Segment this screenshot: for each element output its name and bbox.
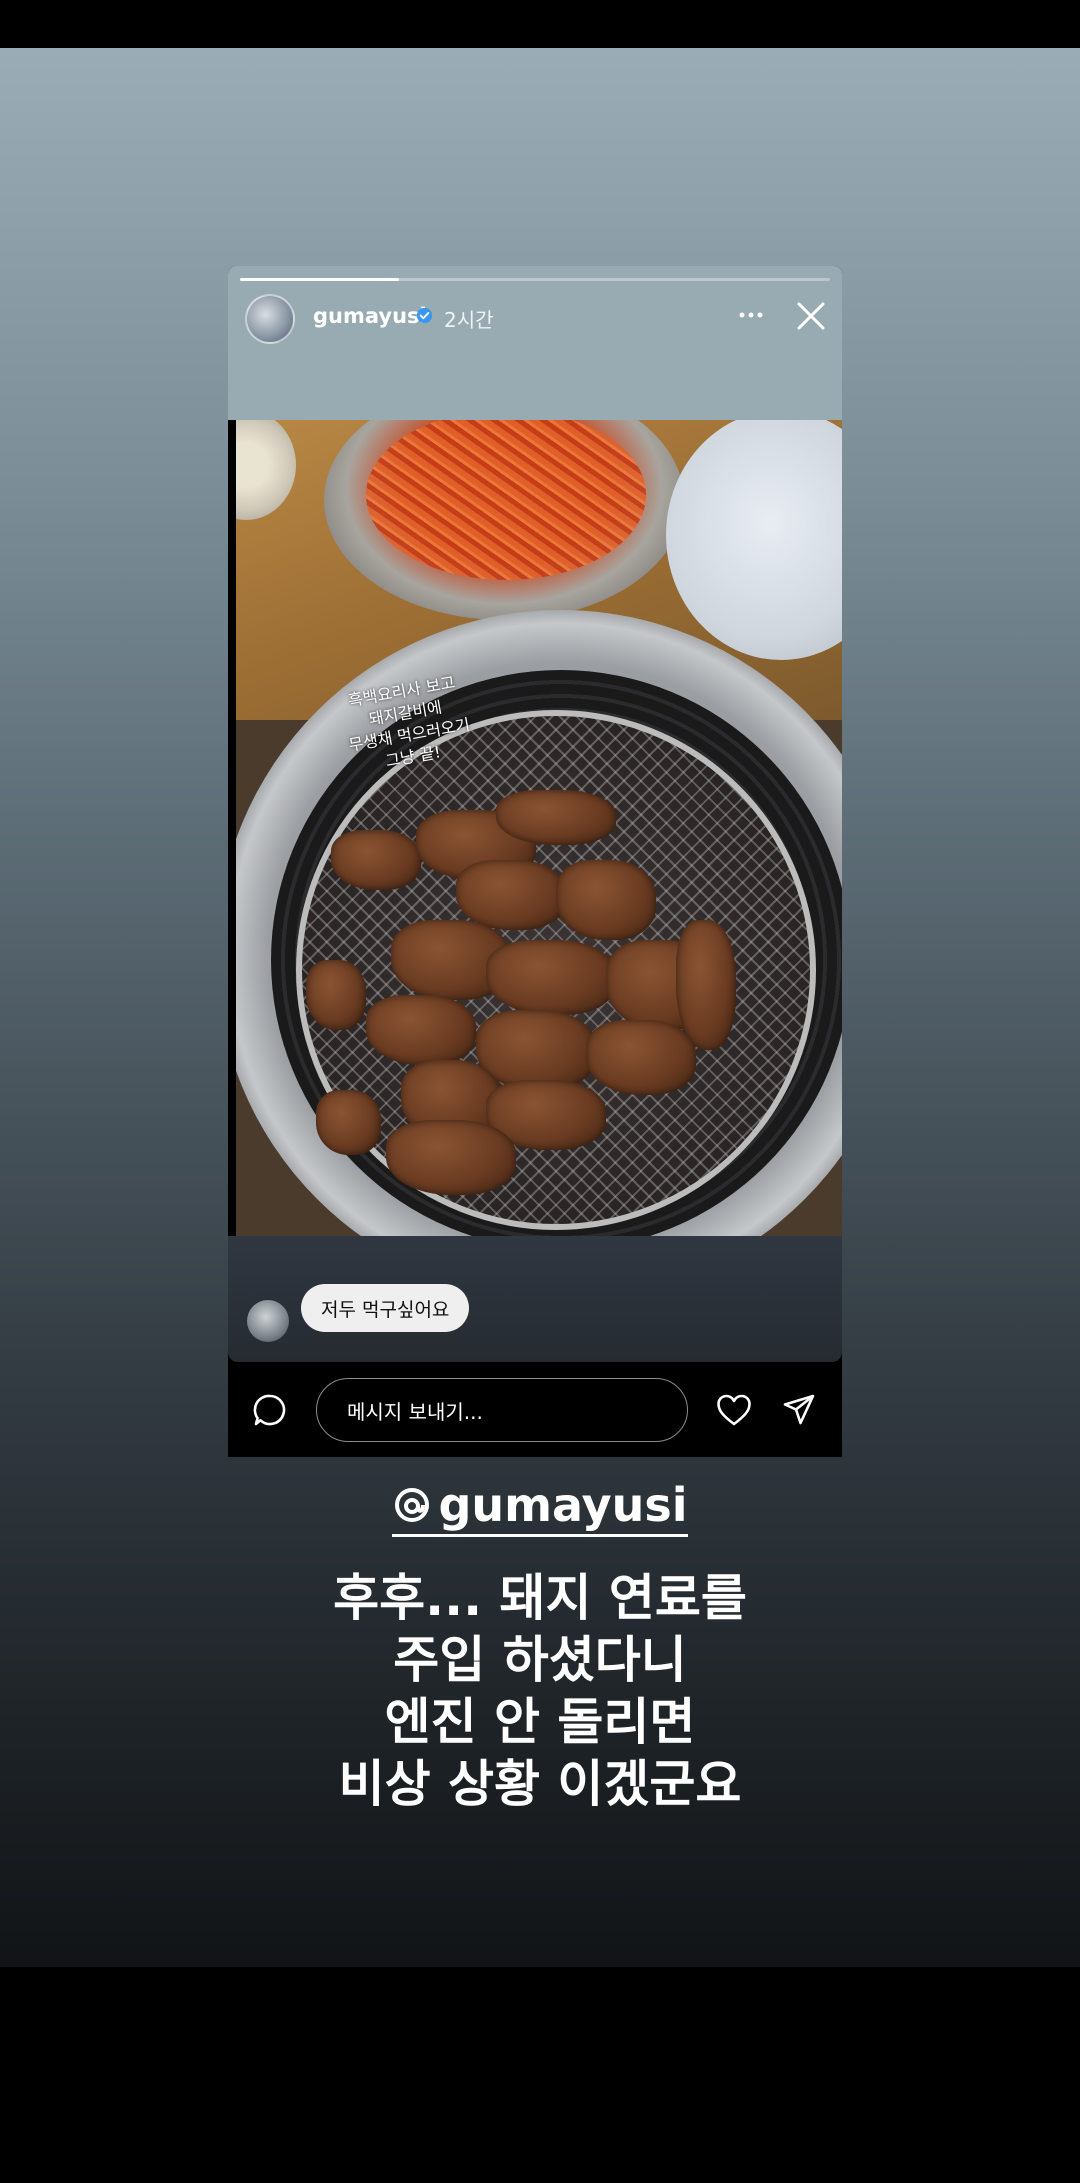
threads-handle-link[interactable]: gumayusi	[392, 1478, 688, 1537]
story-username[interactable]: gumayusi	[313, 304, 427, 328]
story-progress-fill	[240, 278, 400, 281]
post-comment: 후후... 돼지 연료를 주입 하셨다니 엔진 안 돌리면 비상 상황 이겠군요	[0, 1567, 1080, 1815]
galbi-piece	[556, 860, 656, 940]
message-input[interactable]: 메시지 보내기...	[316, 1378, 688, 1442]
galbi-piece	[456, 860, 566, 930]
reply-bubble: 저두 먹구싶어요	[301, 1284, 470, 1332]
comment-line: 후후... 돼지 연료를	[333, 1569, 747, 1627]
story-progress-bar	[240, 278, 830, 281]
more-dots-icon[interactable]	[736, 305, 766, 325]
galbi-piece	[486, 940, 616, 1015]
message-bar: 메시지 보내기...	[228, 1362, 842, 1457]
comment-line: 엔진 안 돌리면	[384, 1693, 696, 1751]
comment-bubble-icon[interactable]	[253, 1393, 287, 1427]
galbi-piece	[366, 995, 476, 1065]
threads-logo-icon	[395, 1488, 430, 1522]
galbi-piece	[331, 830, 421, 890]
galbi-piece	[316, 1090, 381, 1155]
comment-line: 비상 상황 이겠군요	[338, 1755, 742, 1813]
story-header: gumayusi 2시간	[228, 266, 842, 420]
story-timestamp: 2시간	[444, 308, 494, 332]
threads-username: gumayusi	[438, 1478, 688, 1532]
avatar	[247, 1300, 289, 1342]
story-reply-area: 저두 먹구싶어요	[228, 1236, 842, 1362]
galbi-piece	[496, 790, 616, 845]
galbi-piece	[306, 960, 366, 1030]
bottom-area	[0, 1967, 1080, 2183]
threads-handle[interactable]: gumayusi	[0, 1478, 1080, 1537]
comment-line: 주입 하셨다니	[393, 1631, 687, 1689]
heart-icon[interactable]	[716, 1393, 752, 1427]
story-photo: 흑백요리사 보고 돼지갈비에 무생채 먹으러오기 그냥 끝!	[236, 420, 842, 1236]
galbi-piece	[676, 920, 736, 1050]
close-icon[interactable]	[795, 300, 827, 332]
avatar[interactable]	[245, 294, 295, 344]
verified-badge-icon	[416, 307, 433, 324]
galbi-piece	[386, 1120, 516, 1195]
top-status-area	[0, 0, 1080, 48]
galbi-piece	[586, 1020, 696, 1095]
send-icon[interactable]	[782, 1393, 816, 1427]
story-screenshot: gumayusi 2시간 흑백요리사 보고 돼지갈비에 무생채 먹으러오기 그냥…	[228, 266, 842, 1457]
